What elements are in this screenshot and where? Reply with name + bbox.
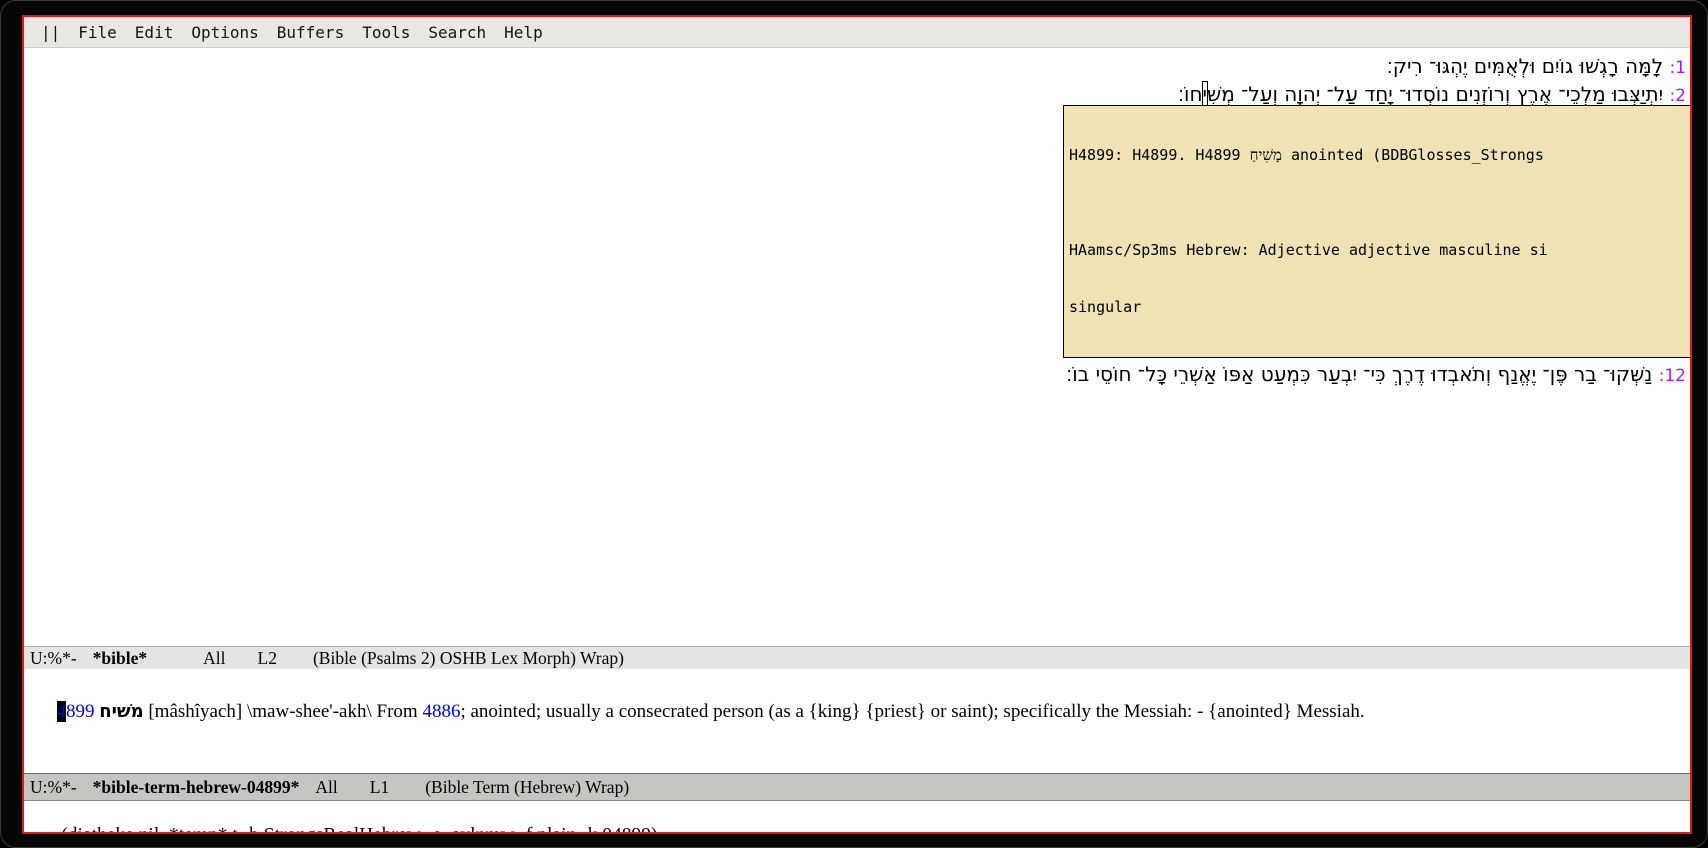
verse-12[interactable]: 12: נַשְּׁקוּ־ בַר פֶּן־ יֶאֱנַף וְתֹאבְ… — [24, 360, 1686, 388]
strongs-tooltip: H4899: H4899. H4899 מָשִׁיחַ anointed (B… — [1063, 105, 1690, 358]
tooltip-line-morph: HAamsc/Sp3ms Hebrew: Adjective adjective… — [1069, 241, 1690, 260]
modeline-major-modes: (Bible (Psalms 2) OSHB Lex Morph) Wrap) — [313, 648, 624, 669]
emacs-frame: || File Edit Options Buffers Tools Searc… — [22, 15, 1692, 834]
lexicon-transliteration: [mâshîyach] \maw-shee'-akh\ From — [144, 701, 423, 722]
modeline-scroll-position: All — [203, 648, 225, 669]
modeline-scroll-position: All — [315, 777, 337, 798]
verse-number: 12: — [1659, 366, 1686, 386]
echo-area: (diatheke nil *temp* t -b StrongsRealHeb… — [24, 801, 1690, 832]
menu-tools[interactable]: Tools — [353, 23, 419, 42]
strongs-number-link[interactable]: 899 — [66, 701, 95, 722]
menu-bars-icon: || — [32, 23, 69, 42]
modeline-coding-flags: U:%*- — [30, 777, 77, 798]
bible-buffer: 1: לָמָּה רָגְשׁוּ גוֹיִם וּלְאֻמִּים יֶ… — [24, 48, 1690, 646]
verse-text[interactable]: נַשְּׁקוּ־ בַר פֶּן־ יֶאֱנַף וְתֹאבְדוּ … — [1066, 362, 1658, 386]
text-cursor: 4 — [57, 701, 67, 722]
strongs-crossref-link[interactable]: 4886 — [422, 701, 460, 722]
tooltip-line-morph2: singular — [1069, 298, 1690, 317]
menu-bar: || File Edit Options Buffers Tools Searc… — [24, 17, 1690, 48]
menu-buffers[interactable]: Buffers — [268, 23, 353, 42]
verse-number: 1: — [1669, 58, 1686, 78]
echo-message: (diatheke nil *temp* t -b StrongsRealHeb… — [61, 825, 657, 832]
verse-number: 2: — [1669, 86, 1686, 106]
menu-edit[interactable]: Edit — [126, 23, 183, 42]
lexicon-buffer: 4899 משׁיח [mâshîyach] \maw-shee'-akh\ F… — [24, 669, 1690, 773]
modeline-line-number: L1 — [370, 777, 389, 798]
menu-help[interactable]: Help — [495, 23, 552, 42]
verse-text[interactable]: יִתְיַצְּבוּ מַלְכֵי־ אֶרֶץ וְרוֹזְנִים … — [1207, 82, 1669, 106]
verse-text[interactable]: לָמָּה רָגְשׁוּ גוֹיִם וּלְאֻמִּים יֶהְג… — [1387, 54, 1670, 78]
tooltip-line-strongs: H4899: H4899. H4899 מָשִׁיחַ anointed (B… — [1069, 146, 1690, 165]
lexicon-definition: ; anointed; usually a consecrated person… — [460, 701, 1364, 722]
modeline-buffer-name: *bible-term-hebrew-04899* — [93, 777, 300, 798]
lexicon-hebrew-word: משׁיח — [99, 701, 143, 722]
modeline-line-number: L2 — [258, 648, 277, 669]
verse-2[interactable]: 2: יִתְיַצְּבוּ מַלְכֵי־ אֶרֶץ וְרוֹזְנִ… — [24, 80, 1686, 108]
menu-search[interactable]: Search — [419, 23, 495, 42]
verse-text[interactable]: חוֹ׃ — [1178, 82, 1202, 106]
modeline-coding-flags: U:%*- — [30, 648, 77, 669]
menu-file[interactable]: File — [69, 23, 126, 42]
modeline-buffer-name: *bible* — [93, 648, 147, 669]
verse-1[interactable]: 1: לָמָּה רָגְשׁוּ גוֹיִם וּלְאֻמִּים יֶ… — [24, 52, 1686, 80]
modeline-bible: U:%*- *bible* All L2 (Bible (Psalms 2) O… — [24, 646, 1690, 669]
modeline-major-modes: (Bible Term (Hebrew) Wrap) — [425, 777, 629, 798]
modeline-term: U:%*- *bible-term-hebrew-04899* All L1 (… — [24, 773, 1690, 801]
screen-frame: || File Edit Options Buffers Tools Searc… — [0, 0, 1708, 848]
menu-options[interactable]: Options — [182, 23, 267, 42]
